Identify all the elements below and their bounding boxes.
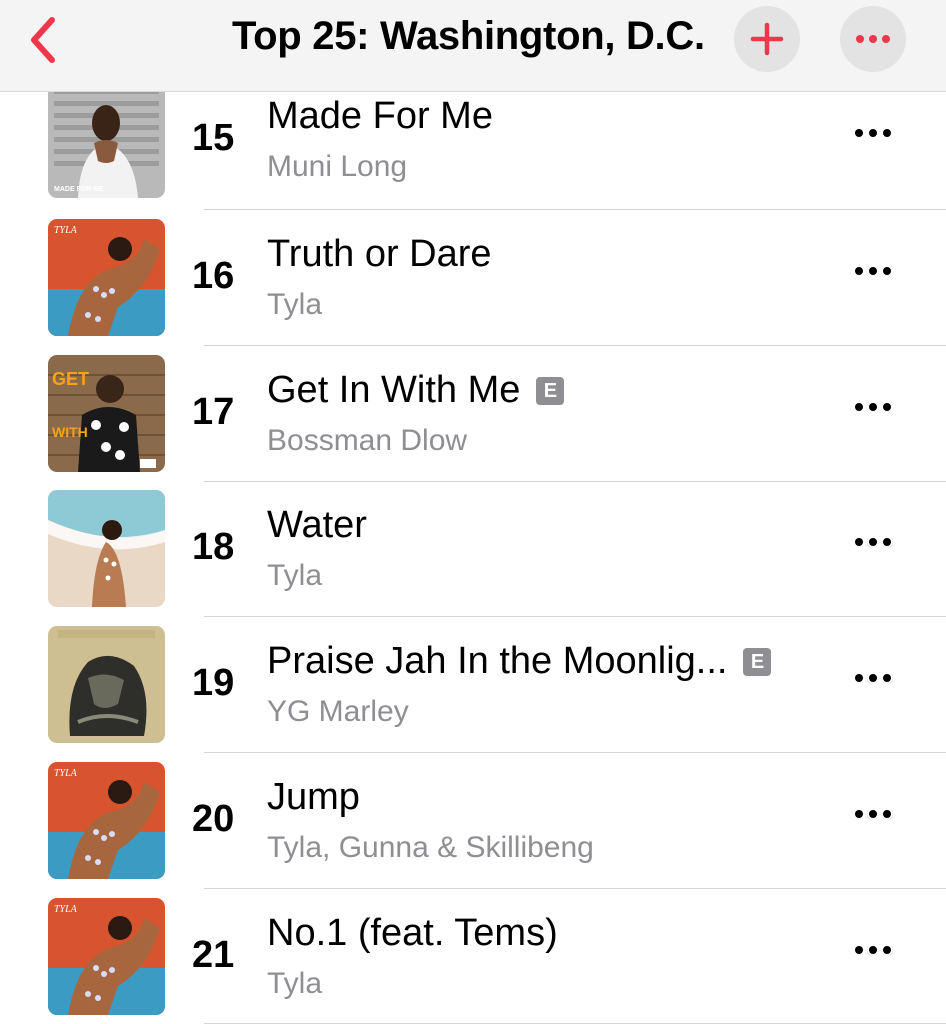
album-art-text: TYLA bbox=[54, 225, 78, 236]
track-title-text: Jump bbox=[267, 776, 360, 818]
track-more-button[interactable] bbox=[848, 251, 898, 291]
row-divider bbox=[204, 752, 946, 753]
rank-number: 20 bbox=[192, 798, 235, 840]
album-art-water bbox=[48, 490, 165, 607]
track-more-button[interactable] bbox=[848, 794, 898, 834]
navigation-bar: Top 25: Washington, D.C. bbox=[0, 0, 946, 92]
row-divider bbox=[204, 345, 946, 346]
track-title-text: Get In With Me bbox=[267, 369, 521, 411]
track-list: MADE FOR ME 15 Made For Me Muni Long TYL… bbox=[0, 92, 946, 1024]
track-artist: Bossman Dlow bbox=[267, 424, 468, 457]
track-title: Get In With Me E bbox=[267, 369, 565, 412]
track-title-text: Water bbox=[267, 504, 367, 546]
track-row[interactable]: TYLA 20 Jump Tyla, Gunna & Skillibeng bbox=[0, 762, 946, 898]
album-art-jump: TYLA bbox=[48, 762, 165, 879]
album-art-made-for-me: MADE FOR ME bbox=[48, 92, 165, 198]
row-divider bbox=[204, 616, 946, 617]
track-title-text: Truth or Dare bbox=[267, 233, 492, 275]
track-title-text: Made For Me bbox=[267, 95, 493, 137]
page-title: Top 25: Washington, D.C. bbox=[232, 14, 705, 58]
track-row[interactable]: GET WITH 17 Get In With Me E Bossman Dlow bbox=[0, 355, 946, 491]
ellipsis-icon bbox=[855, 403, 891, 411]
row-divider bbox=[204, 888, 946, 889]
album-art-no1: TYLA bbox=[48, 898, 165, 1015]
svg-text:WITH: WITH bbox=[52, 424, 88, 440]
ellipsis-icon bbox=[855, 810, 891, 818]
more-options-button[interactable] bbox=[840, 6, 906, 72]
rank-number: 15 bbox=[192, 117, 235, 159]
track-more-button[interactable] bbox=[848, 522, 898, 562]
track-artist: Tyla bbox=[267, 559, 323, 592]
track-row[interactable]: TYLA 21 No.1 (feat. Tems) Tyla bbox=[0, 898, 946, 1024]
album-art-text: TYLA bbox=[54, 904, 78, 915]
track-title: Truth or Dare bbox=[267, 233, 492, 276]
row-divider bbox=[204, 481, 946, 482]
track-row[interactable]: 18 Water Tyla bbox=[0, 490, 946, 626]
album-art-text: MADE FOR ME bbox=[54, 186, 104, 193]
track-artist: Tyla bbox=[267, 967, 323, 1000]
track-row[interactable]: TYLA 16 Truth or Dare Tyla bbox=[0, 219, 946, 355]
album-art-truth-or-dare: TYLA bbox=[48, 219, 165, 336]
ellipsis-icon bbox=[855, 674, 891, 682]
track-title: Praise Jah In the Moonlig... E bbox=[267, 640, 772, 683]
ellipsis-icon bbox=[855, 538, 891, 546]
track-title: Water bbox=[267, 504, 367, 547]
back-button[interactable] bbox=[12, 10, 72, 70]
track-more-button[interactable] bbox=[848, 113, 898, 153]
rank-number: 18 bbox=[192, 526, 235, 568]
track-row[interactable]: 19 Praise Jah In the Moonlig... E YG Marl… bbox=[0, 626, 946, 762]
track-title-text: Praise Jah In the Moonlig... bbox=[267, 640, 728, 682]
album-art-praise-jah bbox=[48, 626, 165, 743]
ellipsis-icon bbox=[855, 946, 891, 954]
rank-number: 19 bbox=[192, 662, 235, 704]
row-divider bbox=[204, 209, 946, 210]
album-art-text: TYLA bbox=[54, 768, 78, 779]
track-artist: Tyla bbox=[267, 288, 323, 321]
rank-number: 16 bbox=[192, 255, 235, 297]
track-title: Jump bbox=[267, 776, 360, 819]
track-artist: Muni Long bbox=[267, 150, 408, 183]
ellipsis-icon bbox=[856, 35, 890, 43]
rank-number: 21 bbox=[192, 934, 235, 976]
track-artist: YG Marley bbox=[267, 695, 409, 728]
track-more-button[interactable] bbox=[848, 930, 898, 970]
track-more-button[interactable] bbox=[848, 387, 898, 427]
track-title-text: No.1 (feat. Tems) bbox=[267, 912, 558, 954]
album-art-get-in-with-me: GET WITH bbox=[48, 355, 165, 472]
rank-number: 17 bbox=[192, 391, 235, 433]
add-button[interactable] bbox=[734, 6, 800, 72]
track-more-button[interactable] bbox=[848, 658, 898, 698]
plus-icon bbox=[750, 22, 784, 56]
explicit-badge: E bbox=[743, 647, 772, 676]
track-artist: Tyla, Gunna & Skillibeng bbox=[267, 831, 594, 864]
ellipsis-icon bbox=[855, 129, 891, 137]
explicit-badge: E bbox=[536, 376, 565, 405]
track-title: Made For Me bbox=[267, 95, 493, 138]
svg-text:GET: GET bbox=[52, 369, 89, 389]
track-title: No.1 (feat. Tems) bbox=[267, 912, 558, 955]
ellipsis-icon bbox=[855, 267, 891, 275]
chevron-left-icon bbox=[31, 17, 55, 63]
track-row[interactable]: MADE FOR ME 15 Made For Me Muni Long bbox=[0, 92, 946, 217]
